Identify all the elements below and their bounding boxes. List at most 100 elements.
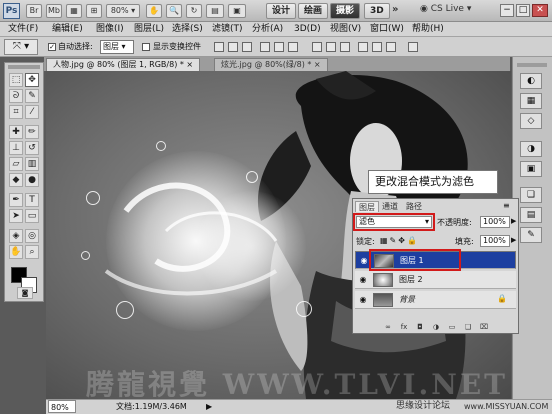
- eye-icon[interactable]: ◉: [358, 295, 368, 305]
- zoom-icon[interactable]: 🔍: [166, 4, 182, 18]
- zoom-field[interactable]: 80%: [48, 400, 76, 413]
- move-tool-icon[interactable]: ✥: [25, 73, 39, 87]
- trash-icon[interactable]: ⌧: [479, 323, 489, 332]
- tab-glare[interactable]: 炫光.jpg @ 80%(绿/8) * ×: [214, 58, 328, 71]
- menu-layer[interactable]: 图层(L): [134, 23, 164, 36]
- new-layer-icon[interactable]: ❑: [463, 323, 473, 332]
- menu-select[interactable]: 选择(S): [172, 23, 203, 36]
- menu-file[interactable]: 文件(F): [8, 23, 38, 36]
- tab-paths[interactable]: 路径: [403, 201, 425, 212]
- stamp-tool-icon[interactable]: ⊥: [9, 141, 23, 155]
- zoom-tool-icon[interactable]: ⌕: [25, 245, 39, 259]
- distribute-vcenter-icon[interactable]: [326, 42, 336, 52]
- brush-tool-icon[interactable]: ✏: [25, 125, 39, 139]
- workspace-photography[interactable]: 摄影: [330, 3, 361, 19]
- workspace-painting[interactable]: 绘画: [298, 3, 329, 19]
- opacity-arrow-icon[interactable]: ▶: [511, 217, 516, 225]
- 3d-orbit-tool-icon[interactable]: ◎: [25, 229, 39, 243]
- eye-icon[interactable]: ◉: [359, 256, 369, 266]
- arrange-icon[interactable]: ▤: [206, 4, 224, 18]
- menu-3d[interactable]: 3D(D): [294, 23, 321, 36]
- layer-row[interactable]: ◉ 图层 2: [355, 271, 516, 289]
- mask-icon[interactable]: ◘: [415, 323, 425, 332]
- eye-icon[interactable]: ◉: [358, 275, 368, 285]
- menu-analysis[interactable]: 分析(A): [252, 23, 283, 36]
- maximize-button[interactable]: □: [516, 4, 530, 17]
- fill-field[interactable]: 100%: [480, 235, 510, 247]
- quick-mask-icon[interactable]: ◙: [17, 287, 33, 299]
- lasso-tool-icon[interactable]: ᘐ: [9, 89, 23, 103]
- grid-icon[interactable]: ▦: [66, 4, 82, 18]
- menu-view[interactable]: 视图(V): [330, 23, 361, 36]
- align-left-icon[interactable]: [260, 42, 270, 52]
- history-brush-tool-icon[interactable]: ↺: [25, 141, 39, 155]
- show-transform-checkbox[interactable]: [142, 43, 150, 51]
- menu-edit[interactable]: 编辑(E): [52, 23, 83, 36]
- path-select-tool-icon[interactable]: ➤: [9, 209, 23, 223]
- channels-panel-icon[interactable]: ▤: [520, 207, 542, 223]
- panel-grip[interactable]: [8, 65, 40, 69]
- panel-grip[interactable]: [517, 63, 547, 67]
- hand-icon[interactable]: ✋: [146, 4, 162, 18]
- workspace-3d[interactable]: 3D: [364, 3, 390, 19]
- minibridge-icon[interactable]: Mb: [46, 4, 62, 18]
- cs-live-button[interactable]: ◉ CS Live ▾: [420, 4, 471, 14]
- close-icon[interactable]: ×: [186, 60, 193, 69]
- tab-channels[interactable]: 通道: [379, 201, 401, 212]
- opacity-field[interactable]: 100%: [480, 216, 510, 228]
- blend-mode-select[interactable]: 滤色 ▾: [356, 216, 432, 228]
- menu-help[interactable]: 帮助(H): [412, 23, 444, 36]
- shape-tool-icon[interactable]: ▭: [25, 209, 39, 223]
- eyedropper-tool-icon[interactable]: ⁄: [25, 105, 39, 119]
- zoom-select[interactable]: 80% ▾: [106, 4, 140, 18]
- close-button[interactable]: ✕: [532, 4, 548, 17]
- color-panel-icon[interactable]: ◐: [520, 73, 542, 89]
- adjustments-panel-icon[interactable]: ◑: [520, 141, 542, 157]
- fx-icon[interactable]: fx: [399, 323, 409, 332]
- bridge-icon[interactable]: Br: [26, 4, 42, 18]
- adjustment-icon[interactable]: ◑: [431, 323, 441, 332]
- folder-icon[interactable]: ▭: [447, 323, 457, 332]
- screen-mode-icon[interactable]: ▣: [228, 4, 246, 18]
- align-hcenter-icon[interactable]: [274, 42, 284, 52]
- distribute-left-icon[interactable]: [358, 42, 368, 52]
- quick-select-tool-icon[interactable]: ✎: [25, 89, 39, 103]
- align-vcenter-icon[interactable]: [228, 42, 238, 52]
- type-tool-icon[interactable]: T: [25, 193, 39, 207]
- tool-preset-picker[interactable]: ⤧ ▾: [4, 39, 38, 55]
- align-top-icon[interactable]: [214, 42, 224, 52]
- link-icon[interactable]: ∞: [383, 323, 393, 332]
- paths-panel-icon[interactable]: ✎: [520, 227, 542, 243]
- menu-filter[interactable]: 滤镜(T): [212, 23, 243, 36]
- eraser-tool-icon[interactable]: ▱: [9, 157, 23, 171]
- close-icon[interactable]: ×: [314, 60, 321, 69]
- dodge-tool-icon[interactable]: ●: [25, 173, 39, 187]
- healing-tool-icon[interactable]: ✚: [9, 125, 23, 139]
- panel-menu-icon[interactable]: ≡: [503, 201, 510, 210]
- align-bottom-icon[interactable]: [242, 42, 252, 52]
- ruler-icon[interactable]: ⊞: [86, 4, 102, 18]
- auto-select-dropdown[interactable]: 图层 ▾: [100, 40, 134, 54]
- fill-arrow-icon[interactable]: ▶: [511, 236, 516, 244]
- minimize-button[interactable]: −: [500, 4, 514, 17]
- pen-tool-icon[interactable]: ✒: [9, 193, 23, 207]
- menu-window[interactable]: 窗口(W): [370, 23, 404, 36]
- crop-tool-icon[interactable]: ⌗: [9, 105, 23, 119]
- tab-layers[interactable]: 图层: [355, 201, 379, 212]
- rotate-icon[interactable]: ↻: [186, 4, 202, 18]
- auto-select-checkbox[interactable]: ✓: [48, 43, 56, 51]
- layers-panel-icon[interactable]: ❏: [520, 187, 542, 203]
- auto-align-icon[interactable]: [408, 42, 418, 52]
- align-right-icon[interactable]: [288, 42, 298, 52]
- distribute-bottom-icon[interactable]: [340, 42, 350, 52]
- lock-icons[interactable]: ▦✎✥🔒: [380, 236, 419, 245]
- layer-row[interactable]: ◉ 背景 🔒: [355, 291, 516, 309]
- gradient-tool-icon[interactable]: ▥: [25, 157, 39, 171]
- distribute-top-icon[interactable]: [312, 42, 322, 52]
- swatches-panel-icon[interactable]: ▦: [520, 93, 542, 109]
- 3d-rotate-tool-icon[interactable]: ◈: [9, 229, 23, 243]
- styles-panel-icon[interactable]: ◇: [520, 113, 542, 129]
- blur-tool-icon[interactable]: ◆: [9, 173, 23, 187]
- tab-person[interactable]: 人物.jpg @ 80% (图层 1, RGB/8) * ×: [46, 58, 201, 71]
- workspace-design[interactable]: 设计: [266, 3, 297, 19]
